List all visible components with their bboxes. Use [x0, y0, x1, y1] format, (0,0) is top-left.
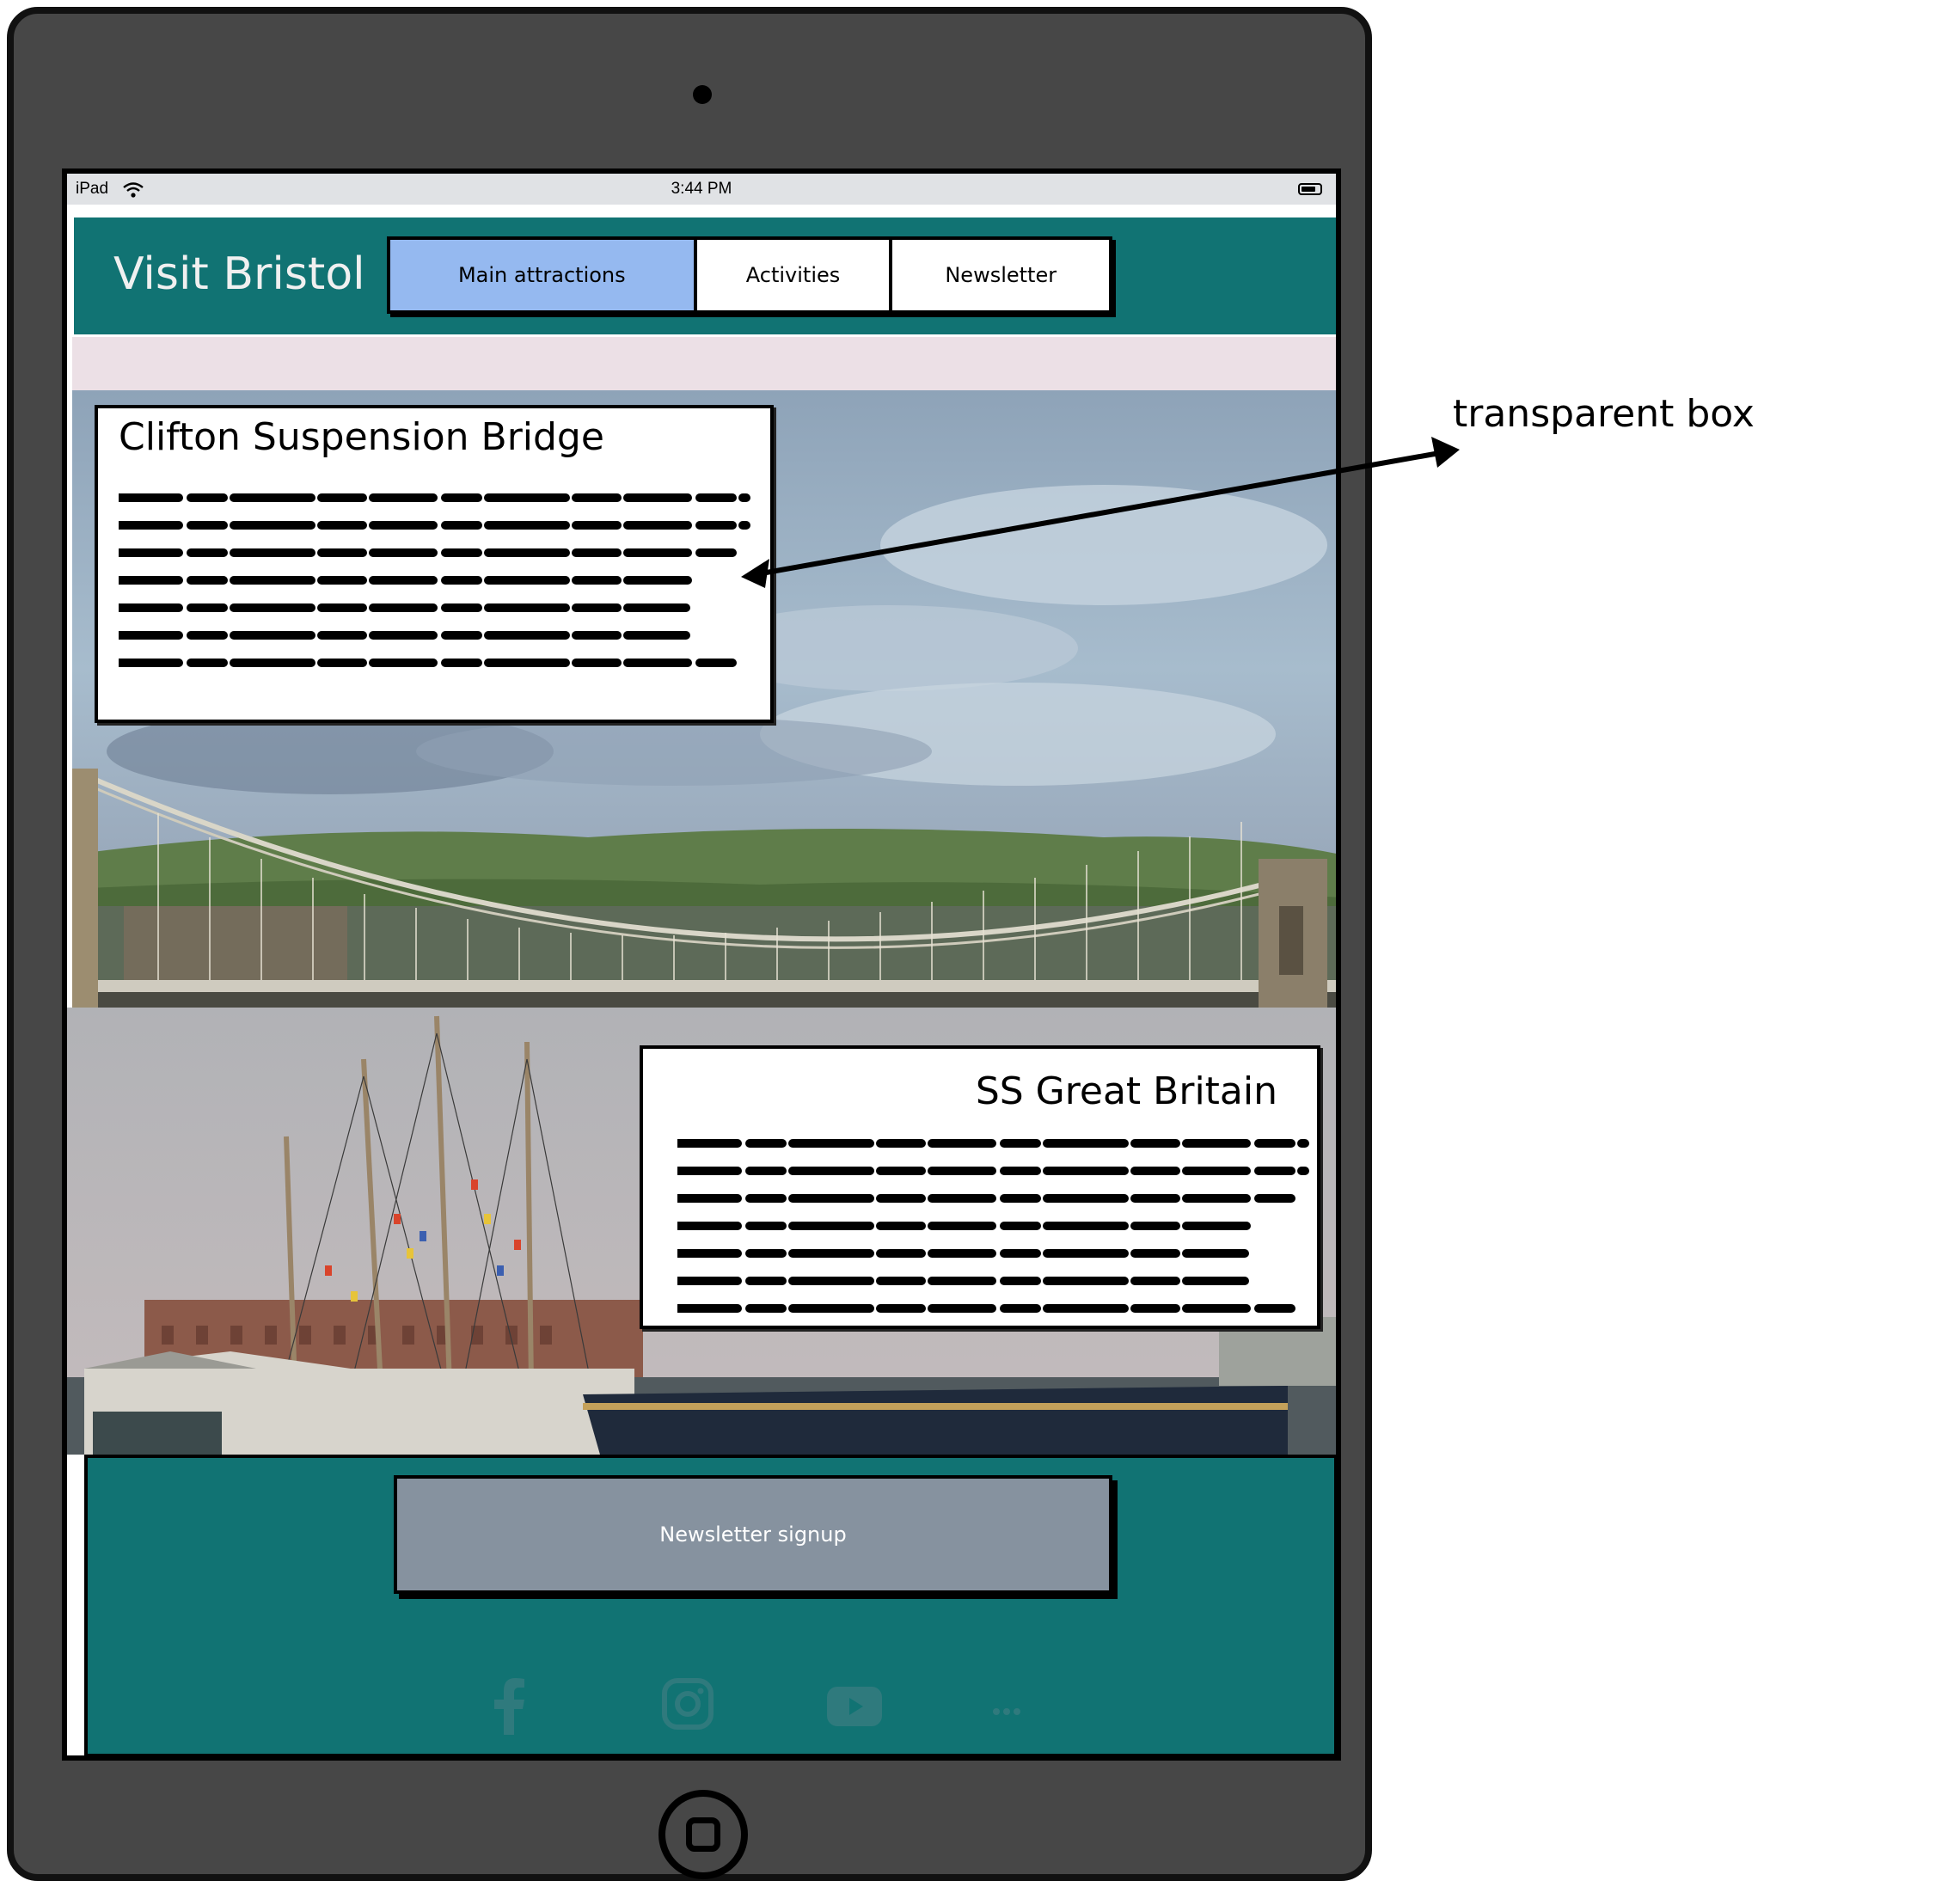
annotation-arrow: [741, 437, 1460, 588]
